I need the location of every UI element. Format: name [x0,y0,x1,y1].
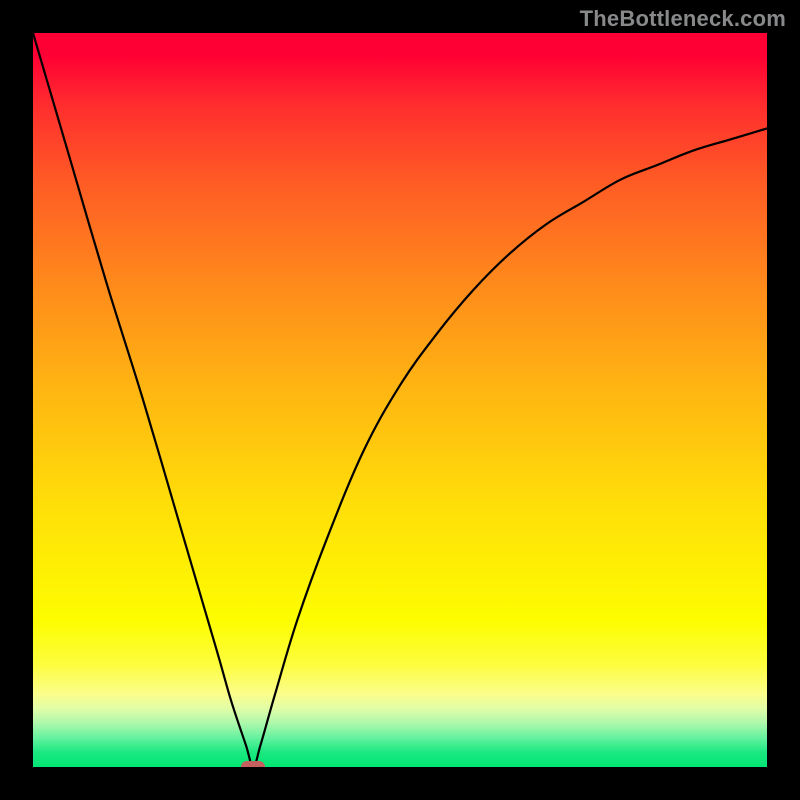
minimum-marker [241,761,265,767]
watermark-text: TheBottleneck.com [580,6,786,32]
curve-svg [33,33,767,767]
bottleneck-curve [33,33,767,767]
plot-area [33,33,767,767]
chart-frame: TheBottleneck.com [0,0,800,800]
